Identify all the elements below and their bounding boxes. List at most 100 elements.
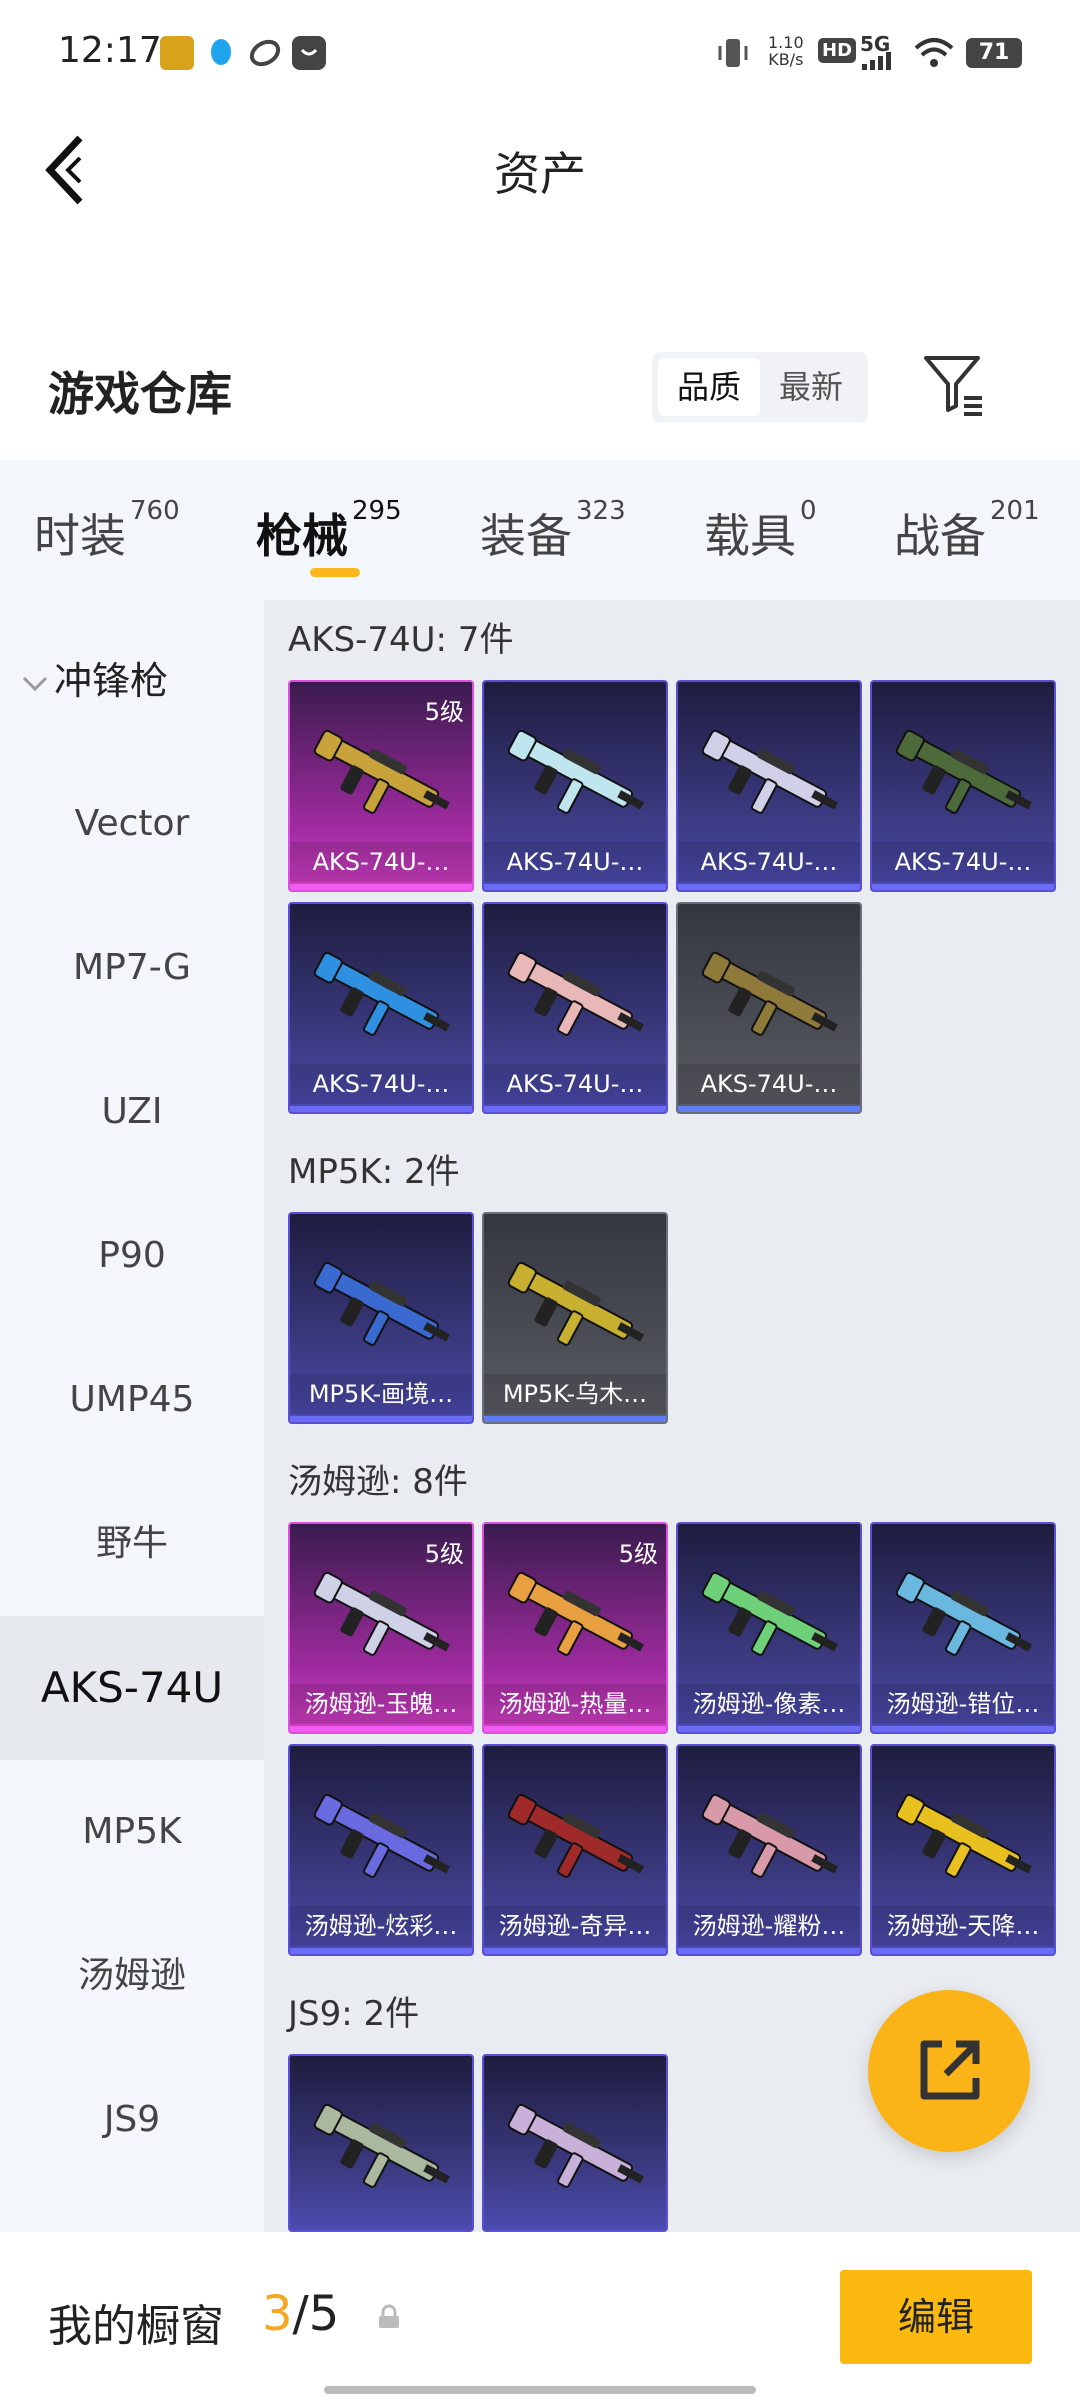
weapon-skin-card[interactable]: 5级 AKS-74U-… bbox=[288, 680, 474, 892]
edit-button[interactable]: 编辑 bbox=[840, 2270, 1032, 2364]
qq-icon bbox=[204, 36, 238, 70]
weapon-skin-card[interactable]: 汤姆逊-天降… bbox=[870, 1744, 1056, 1956]
weapon-image bbox=[895, 729, 1032, 814]
weapon-skin-card[interactable]: 汤姆逊-耀粉… bbox=[676, 1744, 862, 1956]
weapon-image bbox=[895, 1571, 1032, 1656]
sidebar-item-6[interactable]: 野牛 bbox=[0, 1472, 264, 1616]
rarity-bar bbox=[290, 1948, 472, 1954]
tab-vehicles[interactable]: 载具 0 bbox=[704, 496, 817, 566]
weapon-skin-card[interactable]: AKS-74U-… bbox=[482, 680, 668, 892]
filter-button[interactable] bbox=[922, 352, 986, 416]
showcase-count: 3/5 bbox=[262, 2286, 340, 2342]
weapon-skin-card[interactable]: AKS-74U-… bbox=[870, 680, 1056, 892]
wifi-icon bbox=[914, 36, 954, 70]
rarity-bar bbox=[484, 1106, 666, 1112]
weapon-image bbox=[313, 1261, 450, 1346]
weapon-image bbox=[313, 729, 450, 814]
weapon-skin-name: AKS-74U-… bbox=[290, 842, 472, 882]
hd-badge: HD bbox=[818, 38, 857, 63]
weapon-skin-name: AKS-74U-… bbox=[678, 1064, 860, 1104]
rarity-bar bbox=[678, 1106, 860, 1112]
rarity-bar bbox=[872, 884, 1054, 890]
sort-toggle: 品质 最新 bbox=[652, 352, 868, 422]
weapon-image bbox=[507, 729, 644, 814]
weapon-image bbox=[313, 1793, 450, 1878]
rarity-bar bbox=[290, 1416, 472, 1422]
rarity-bar bbox=[678, 884, 860, 890]
weapon-image bbox=[701, 1571, 838, 1656]
sort-quality-option[interactable]: 品质 bbox=[658, 358, 760, 416]
tab-combat-supplies[interactable]: 战备 201 bbox=[894, 496, 1040, 566]
section-title: MP5K: 2件 bbox=[288, 1152, 460, 1192]
share-button[interactable] bbox=[868, 1990, 1030, 2152]
weapon-image bbox=[507, 1571, 644, 1656]
rarity-bar bbox=[678, 1948, 860, 1954]
page-title: 资产 bbox=[494, 147, 586, 201]
weapon-skin-card[interactable]: AKS-74U-… bbox=[288, 902, 474, 1114]
share-out-icon bbox=[920, 2040, 980, 2100]
weapon-skin-name: 汤姆逊-热量… bbox=[484, 1684, 666, 1724]
weapon-skin-name: AKS-74U-… bbox=[678, 842, 860, 882]
filter-icon bbox=[924, 356, 982, 416]
rarity-bar bbox=[872, 1726, 1054, 1732]
sidebar-item-4[interactable]: P90 bbox=[0, 1184, 264, 1328]
lock-icon bbox=[376, 2304, 402, 2330]
rarity-bar bbox=[484, 1726, 666, 1732]
rarity-bar bbox=[484, 1416, 666, 1422]
rarity-bar bbox=[290, 1106, 472, 1112]
sidebar-item-5[interactable]: UMP45 bbox=[0, 1328, 264, 1472]
weapon-skin-card[interactable]: 汤姆逊-奇异… bbox=[482, 1744, 668, 1956]
sidebar-item-10[interactable]: JS9 bbox=[0, 2048, 264, 2192]
sidebar-item-9[interactable]: 汤姆逊 bbox=[0, 1904, 264, 2048]
sidebar-item-2[interactable]: MP7-G bbox=[0, 896, 264, 1040]
weapon-skin-card[interactable] bbox=[482, 2054, 668, 2232]
vibrate-icon bbox=[716, 36, 750, 70]
weapon-skin-card[interactable]: 汤姆逊-炫彩… bbox=[288, 1744, 474, 1956]
net-speed: 1.10 KB/s bbox=[768, 33, 804, 69]
sidebar-item-7[interactable]: AKS-74U bbox=[0, 1616, 264, 1760]
message-icon bbox=[292, 36, 326, 70]
sidebar-item-8[interactable]: MP5K bbox=[0, 1760, 264, 1904]
weapon-image bbox=[701, 729, 838, 814]
rarity-bar bbox=[484, 1948, 666, 1954]
weapon-image bbox=[701, 951, 838, 1036]
rarity-bar bbox=[290, 884, 472, 890]
weapon-skin-card[interactable]: AKS-74U-… bbox=[676, 902, 862, 1114]
sidebar-item-3[interactable]: UZI bbox=[0, 1040, 264, 1184]
weapon-skin-card[interactable]: AKS-74U-… bbox=[676, 680, 862, 892]
battery-indicator: 71 bbox=[966, 38, 1022, 68]
active-tab-indicator bbox=[310, 568, 360, 577]
tab-fashion[interactable]: 时装 760 bbox=[34, 496, 180, 566]
weapon-skin-name: MP5K-画境… bbox=[290, 1374, 472, 1414]
chevron-down-icon bbox=[22, 676, 48, 691]
status-time: 12:17 bbox=[58, 30, 162, 71]
weapon-image bbox=[313, 951, 450, 1036]
weapon-skin-name: 汤姆逊-天降… bbox=[872, 1906, 1054, 1946]
weapon-skin-card[interactable]: 汤姆逊-像素… bbox=[676, 1522, 862, 1734]
weapon-skin-name: 汤姆逊-错位… bbox=[872, 1684, 1054, 1724]
section-title: AKS-74U: 7件 bbox=[288, 620, 514, 660]
weapon-skin-name: 汤姆逊-炫彩… bbox=[290, 1906, 472, 1946]
weapon-skin-card[interactable]: 5级 汤姆逊-玉魄… bbox=[288, 1522, 474, 1734]
weapon-skin-card[interactable] bbox=[288, 2054, 474, 2232]
tab-firearms[interactable]: 枪械 295 bbox=[256, 496, 402, 566]
weapon-skin-card[interactable]: MP5K-乌木… bbox=[482, 1212, 668, 1424]
rarity-bar bbox=[678, 1726, 860, 1732]
weapon-image bbox=[507, 2103, 644, 2188]
weapon-image bbox=[895, 1793, 1032, 1878]
weapon-skin-card[interactable]: AKS-74U-… bbox=[482, 902, 668, 1114]
section-title: 汤姆逊: 8件 bbox=[288, 1462, 468, 1502]
weapon-skin-card[interactable]: 汤姆逊-错位… bbox=[870, 1522, 1056, 1734]
sidebar-group-smg[interactable]: 冲锋枪 bbox=[20, 650, 168, 705]
weapon-image bbox=[507, 951, 644, 1036]
weapon-skin-card[interactable]: 5级 汤姆逊-热量… bbox=[482, 1522, 668, 1734]
sidebar-item-1[interactable]: Vector bbox=[0, 752, 264, 896]
sort-latest-option[interactable]: 最新 bbox=[760, 358, 862, 416]
weapon-skin-name: 汤姆逊-玉魄… bbox=[290, 1684, 472, 1724]
weapon-image bbox=[313, 2103, 450, 2188]
rarity-bar bbox=[290, 1726, 472, 1732]
weapon-skin-card[interactable]: MP5K-画境… bbox=[288, 1212, 474, 1424]
weapon-image bbox=[507, 1261, 644, 1346]
home-indicator bbox=[324, 2386, 756, 2394]
tab-equipment[interactable]: 装备 323 bbox=[480, 496, 626, 566]
